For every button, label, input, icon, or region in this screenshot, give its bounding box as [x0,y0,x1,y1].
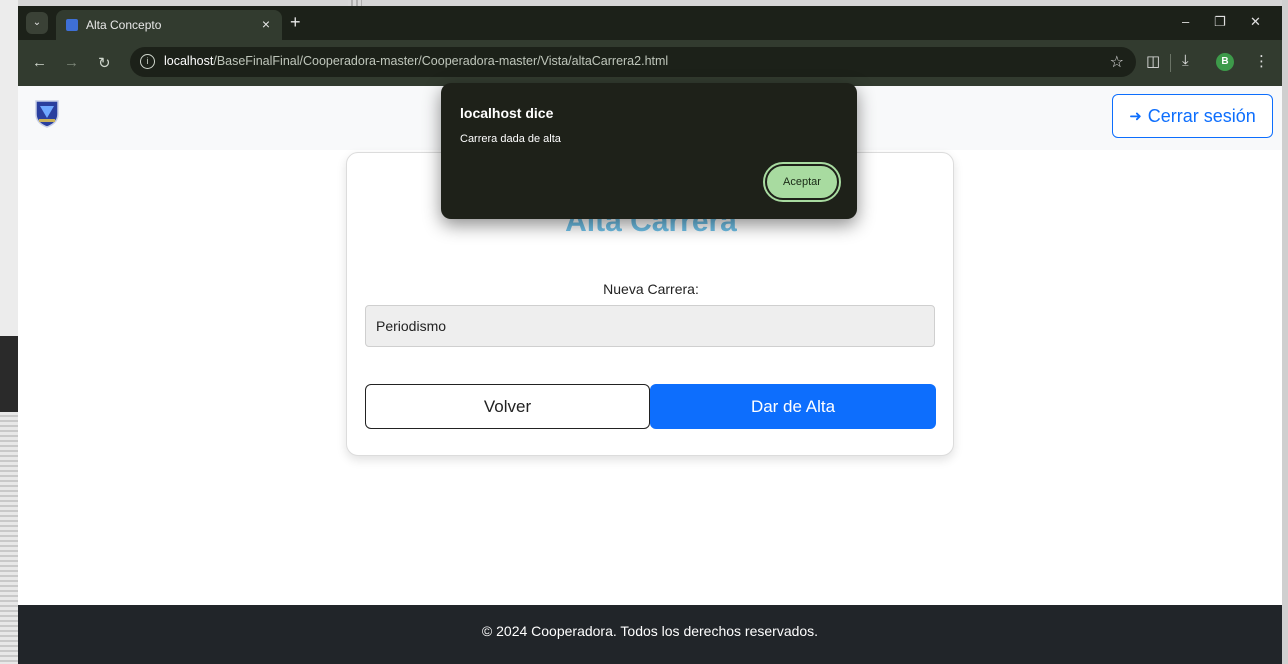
download-icon[interactable]: ⤓ [1182,52,1189,69]
back-button[interactable]: Volver [365,384,650,429]
dialog-title: localhost dice [460,105,554,121]
alert-dialog: localhost dice Carrera dada de alta Acep… [441,83,857,219]
footer: © 2024 Cooperadora. Todos los derechos r… [18,605,1282,664]
info-icon[interactable]: i [140,54,155,69]
back-icon[interactable]: ← [32,54,47,71]
extensions-icon[interactable]: ◫ [1146,52,1160,70]
restore-icon[interactable]: ❐ [1214,14,1226,30]
logout-button[interactable]: ➜ Cerrar sesión [1112,94,1273,138]
close-icon[interactable]: × [262,16,270,32]
tab-title: Alta Concepto [86,18,162,32]
new-tab-icon[interactable]: + [290,12,301,33]
desktop-background-right [1282,0,1288,664]
browser-tab[interactable]: Alta Concepto × [56,10,282,40]
favicon-icon [66,19,78,31]
browser-toolbar: ← → ↻ i localhost/BaseFinalFinal/Coopera… [18,40,1282,86]
field-label: Nueva Carrera: [603,281,699,297]
footer-text: © 2024 Cooperadora. Todos los derechos r… [481,623,819,639]
chevron-down-icon[interactable]: ⌄ [26,12,48,34]
sign-out-icon: ➜ [1129,108,1142,125]
star-icon[interactable]: ☆ [1110,52,1124,72]
desktop-background-left [0,0,18,664]
forward-icon[interactable]: → [64,54,79,71]
desktop-dark-strip [0,336,18,412]
dialog-ok-button[interactable]: Aceptar [763,162,841,202]
toolbar-separator [1170,54,1171,72]
url-host: localhost [164,54,214,68]
profile-avatar[interactable]: B [1216,53,1234,71]
url-text: localhost/BaseFinalFinal/Cooperadora-mas… [164,54,668,68]
url-path: /BaseFinalFinal/Cooperadora-master/Coope… [213,54,669,68]
submit-button[interactable]: Dar de Alta [650,384,936,429]
carrera-input[interactable]: Periodismo [365,305,935,347]
tab-strip: ⌄ Alta Concepto × + – ❐ ✕ [18,6,1282,40]
menu-icon[interactable]: ⋮ [1254,52,1269,70]
logout-label: Cerrar sesión [1147,105,1256,126]
desktop-striped-pattern [0,412,18,664]
minimize-icon[interactable]: – [1182,14,1189,29]
address-bar[interactable]: i localhost/BaseFinalFinal/Cooperadora-m… [130,47,1136,77]
window-close-icon[interactable]: ✕ [1250,14,1261,30]
dialog-message: Carrera dada de alta [460,133,561,145]
logo[interactable] [34,98,60,128]
reload-icon[interactable]: ↻ [98,54,111,72]
